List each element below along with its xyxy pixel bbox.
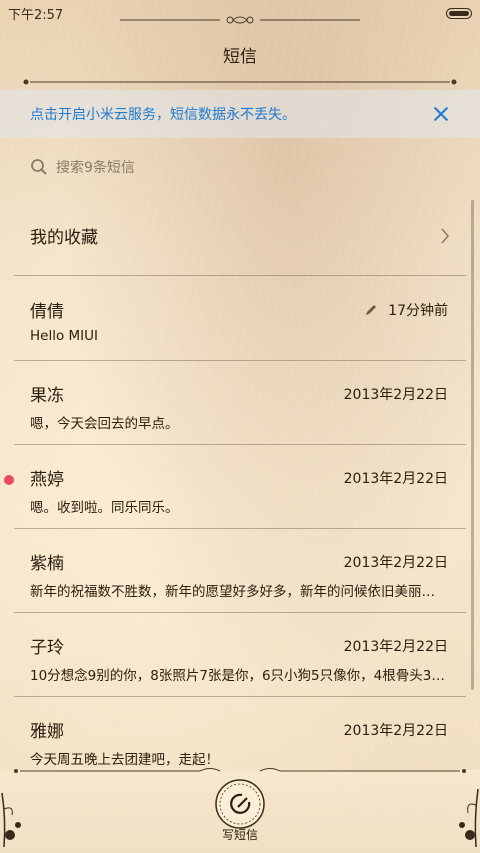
cloud-service-banner[interactable]: 点击开启小米云服务，短信数据永不丢失。 [0,90,480,138]
contact-name: 紫楠 [30,554,64,574]
conversation-row[interactable]: 果冻 2013年2月22日 嗯，今天会回去的早点。 [14,361,466,445]
contact-name: 燕婷 [30,470,64,490]
message-preview: Hello MIUI [30,328,99,344]
bottom-ornament-divider-icon [14,768,466,773]
message-time: 2013年2月22日 [343,470,448,487]
banner-text[interactable]: 点击开启小米云服务，短信数据永不丢失。 [30,104,432,124]
status-time: 下午2:57 [8,7,64,23]
compose-label[interactable]: 写短信 [0,826,480,843]
search-icon [31,159,47,175]
conversation-row[interactable]: 紫楠 2013年2月22日 新年的祝福数不胜数，新年的愿望好多好多，新年的问候依… [14,529,466,613]
conversation-row[interactable]: 燕婷 2013年2月22日 嗯。收到啦。同乐同乐。 [4,445,466,529]
draft-pencil-icon [366,304,377,315]
battery-icon [446,7,472,19]
page-title: 短信 [223,47,257,67]
contact-name: 子玲 [30,638,64,658]
conversation-row[interactable]: 倩倩 17分钟前 Hello MIUI [14,277,466,361]
conversation-row[interactable]: 子玲 2013年2月22日 10分想念9别的你，8张照片7张是你，6只小狗5只像… [14,613,466,697]
search-input[interactable]: 搜索9条短信 [56,157,135,177]
message-time-text: 17分钟前 [388,302,448,319]
message-time: 2013年2月22日 [343,638,448,655]
favorites-label: 我的收藏 [30,228,98,248]
favorites-row[interactable]: 我的收藏 [14,196,466,276]
message-time: 2013年2月22日 [343,722,448,739]
contact-name: 倩倩 [30,302,64,322]
scrollbar[interactable] [471,200,474,690]
contact-name: 雅娜 [30,722,64,742]
unread-dot-icon [4,475,14,485]
close-icon[interactable] [432,105,450,123]
message-time: 17分钟前 [364,300,448,320]
message-time: 2013年2月22日 [343,554,448,571]
message-preview: 10分想念9别的你，8张照片7张是你，6只小狗5只像你，4根骨头3根给你 [30,668,448,684]
chevron-right-icon [441,228,449,243]
ornament-divider-icon [120,16,360,24]
conversation-list: 倩倩 17分钟前 Hello MIUI 果冻 2013年2月22日 嗯，今天会回… [4,277,466,781]
message-preview: 嗯。收到啦。同乐同乐。 [30,500,179,516]
message-preview: 新年的祝福数不胜数，新年的愿望好多好多，新年的问候依旧美丽，新年的我们依然如故 [30,584,448,600]
title-divider-icon [23,79,457,85]
title-bar: 短信 [0,40,480,76]
contact-name: 果冻 [30,386,64,406]
search-bar[interactable]: 搜索9条短信 [30,150,450,184]
message-preview: 嗯，今天会回去的早点。 [30,416,179,432]
message-preview: 今天周五晚上去团建吧，走起！ [30,752,219,768]
message-time: 2013年2月22日 [343,386,448,403]
